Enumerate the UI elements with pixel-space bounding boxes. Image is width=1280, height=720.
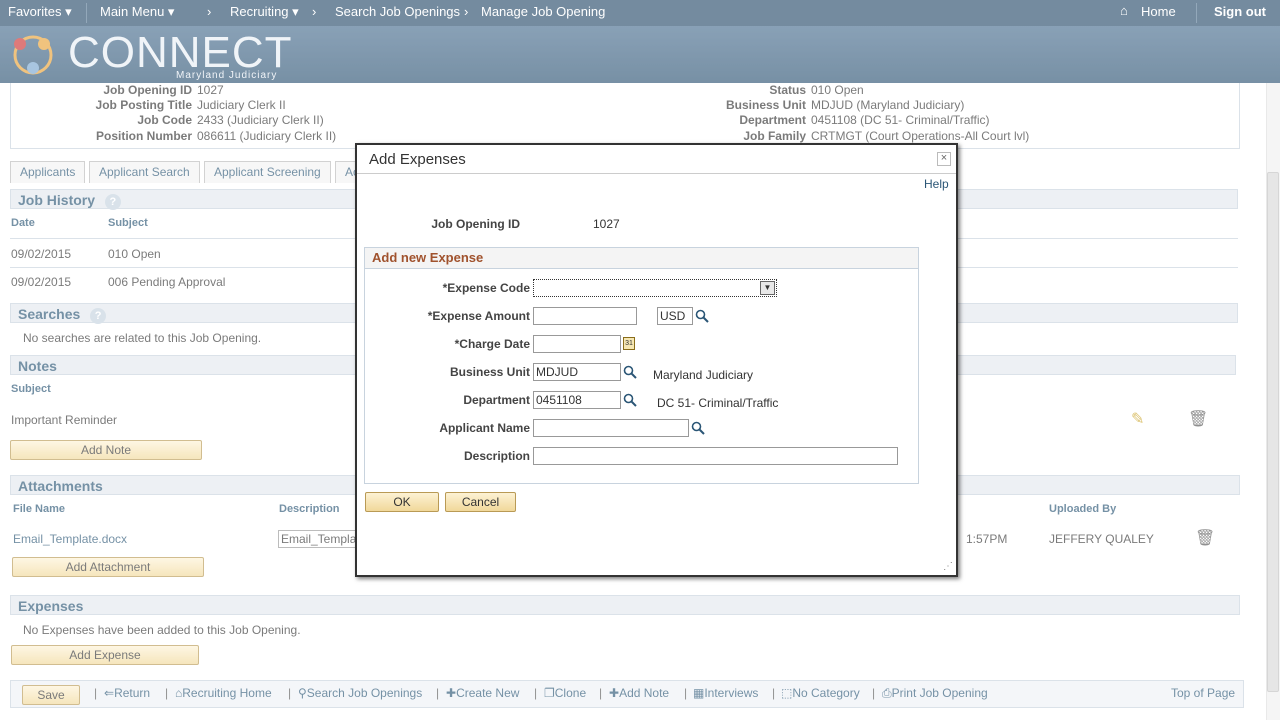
lookup-search-icon[interactable]: [623, 393, 637, 407]
help-link[interactable]: Help: [924, 177, 949, 191]
business-unit-label: Business Unit: [449, 365, 530, 379]
applicant-name-input[interactable]: [533, 419, 689, 437]
description-label: Description: [463, 449, 530, 463]
modal-job-opening-id-value: 1027: [593, 217, 620, 231]
lookup-search-icon[interactable]: [695, 309, 709, 323]
modal-title: Add Expenses: [369, 151, 466, 168]
ok-button[interactable]: OK: [365, 492, 439, 512]
expense-amount-label: *Expense Amount: [427, 309, 530, 323]
close-icon[interactable]: ×: [937, 152, 951, 166]
currency-input[interactable]: USD: [657, 307, 693, 325]
add-expense-section-header: Add new Expense: [364, 247, 919, 269]
lookup-search-icon[interactable]: [691, 421, 705, 435]
expense-code-label: *Expense Code: [442, 281, 530, 295]
calendar-icon[interactable]: 31: [623, 337, 635, 350]
department-input[interactable]: 0451108: [533, 391, 621, 409]
add-expenses-modal: Add Expenses × Help Job Opening ID 1027 …: [355, 143, 958, 577]
business-unit-description: Maryland Judiciary: [653, 368, 754, 382]
expense-amount-input[interactable]: [533, 307, 637, 325]
modal-title-divider: [357, 173, 956, 174]
resize-handle-icon[interactable]: ⋰: [943, 561, 953, 572]
charge-date-label: *Charge Date: [454, 337, 530, 351]
section-title: Add new Expense: [372, 250, 484, 265]
cancel-button[interactable]: Cancel: [445, 492, 516, 512]
charge-date-input[interactable]: [533, 335, 621, 353]
department-description: DC 51- Criminal/Traffic: [657, 396, 779, 410]
modal-job-opening-id-label: Job Opening ID: [431, 217, 520, 231]
department-label: Department: [463, 393, 530, 407]
applicant-name-label: Applicant Name: [439, 421, 530, 435]
description-input[interactable]: [533, 447, 898, 465]
expense-code-select[interactable]: [533, 279, 777, 297]
business-unit-input[interactable]: MDJUD: [533, 363, 621, 381]
lookup-search-icon[interactable]: [623, 365, 637, 379]
chevron-down-icon[interactable]: ▼: [760, 281, 775, 295]
